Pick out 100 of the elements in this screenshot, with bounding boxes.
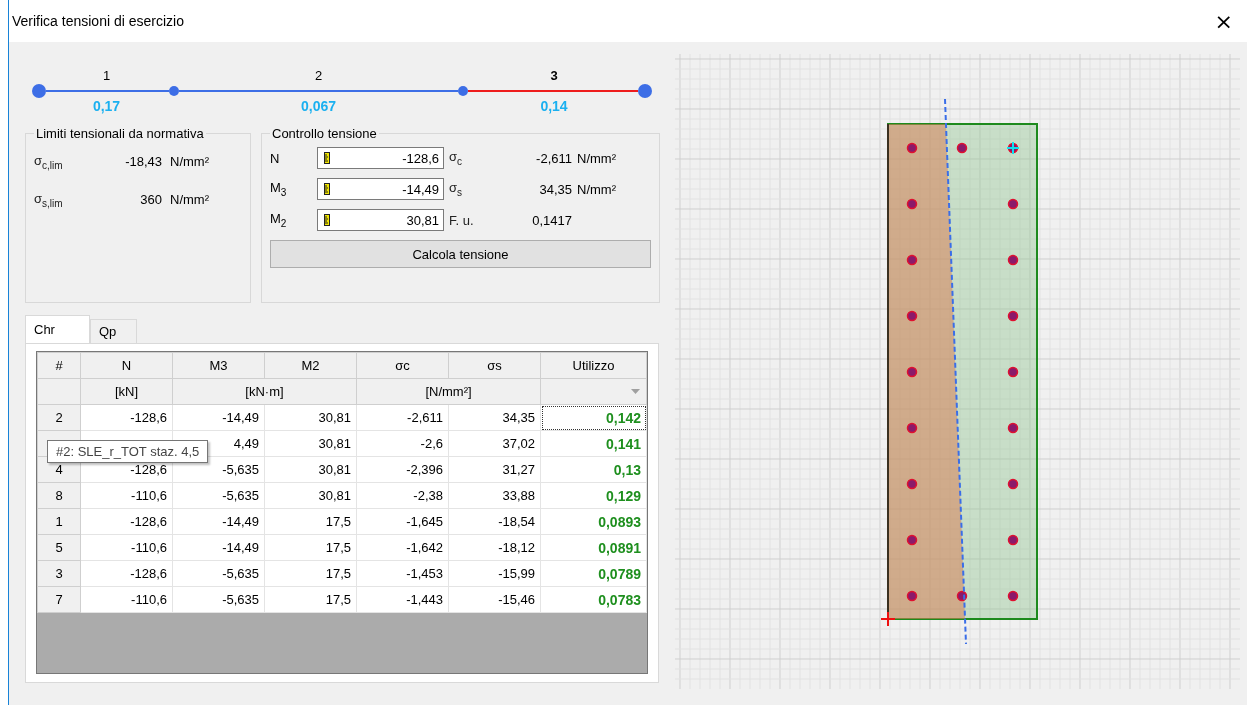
group-title: Limiti tensionali da normativa [35,126,205,141]
table-cell: 33,88 [448,482,541,509]
table-cell: 0,142 [540,404,647,431]
table-cell: 34,35 [448,404,541,431]
table-cell: 17,5 [264,586,357,613]
group-title: Controllo tensione [271,126,378,141]
rebar-dot [1007,422,1019,434]
table-cell: 30,81 [264,404,357,431]
symbol-label: F. u. [449,212,475,228]
table-cell: 0,0783 [540,586,647,613]
rebar-dot [1007,254,1019,266]
table-cell: 37,02 [448,430,541,457]
table-cell: -14,49 [172,534,265,561]
symbol-label: σ$_{s,lim}$ [34,190,64,209]
unit-header: [N/mm²] [356,378,541,405]
value-text: 360 [139,191,162,207]
column-header[interactable]: M2 [264,352,357,379]
input-field[interactable]: -14,49 [317,178,444,200]
unit-header: [kN·m] [172,378,357,405]
table-cell: 0,0893 [540,508,647,535]
column-header[interactable]: σs [448,352,541,379]
rebar-dot [956,590,968,602]
rebar-dot [1007,366,1019,378]
row-header: 5 [37,534,81,561]
rebar-crosshair-icon [1006,141,1020,155]
rebar-dot [1007,478,1019,490]
column-header[interactable]: Utilizzo [540,352,647,379]
close-button[interactable]: × [1200,8,1247,34]
step-label: 2 [314,68,323,84]
row-header: 7 [37,586,81,613]
table-cell: -110,6 [80,534,173,561]
rebar-dot [906,310,918,322]
table-cell: 17,5 [264,508,357,535]
rebar-dot [906,422,918,434]
rebar-dot [906,534,918,546]
unit-header: [kN] [80,378,173,405]
rebar-dot [906,142,918,154]
field-label: N [270,150,281,166]
table-cell: 0,0891 [540,534,647,561]
table-cell: 0,141 [540,430,647,457]
table-cell: -15,46 [448,586,541,613]
ruler-icon [324,214,330,226]
table-cell: 0,13 [540,456,647,483]
rebar-dot [906,478,918,490]
table-cell: 30,81 [264,456,357,483]
rebar-dot [906,366,918,378]
table-cell: -5,635 [172,482,265,509]
row-header: 8 [37,482,81,509]
column-header[interactable]: N [80,352,173,379]
column-header[interactable]: # [37,352,81,379]
rebar-dot [906,590,918,602]
filter-arrow-icon[interactable] [631,389,640,394]
origin-cross-icon [880,611,896,627]
unit-label: N/mm² [170,154,210,170]
row-header: 3 [37,560,81,587]
value-text: 34,35 [538,181,572,197]
table-cell: 0,129 [540,482,647,509]
ruler-icon [324,183,330,195]
input-field[interactable]: -128,6 [317,147,444,169]
table-cell: -5,635 [172,560,265,587]
symbol-label: σ$_{c}$ [449,149,464,167]
ruler-icon [324,152,330,164]
column-header[interactable]: M3 [172,352,265,379]
value-text: 0,1417 [531,212,572,228]
input-field[interactable]: 30,81 [317,209,444,231]
tooltip: #2: SLE_r_TOT staz. 4,5 [47,440,209,463]
rebar-dot [906,198,918,210]
table-cell: 0,0789 [540,560,647,587]
table-cell: -18,12 [448,534,541,561]
table-cell: -128,6 [80,404,173,431]
value-text: -2,611 [535,150,572,166]
calculate-button[interactable]: Calcola tensione [270,240,651,268]
step-marker[interactable] [458,86,468,96]
field-label: M$_{2}$ [270,211,288,229]
table-cell: 31,27 [448,456,541,483]
unit-label: N/mm² [170,191,210,207]
unit-label: N/mm² [577,150,617,166]
table-cell: -110,6 [80,586,173,613]
header-cell [37,378,81,405]
tab[interactable]: Chr [25,315,90,343]
step-marker[interactable] [169,86,179,96]
tab[interactable]: Qp [89,319,138,343]
table-cell: -1,443 [356,586,449,613]
table-cell: -18,54 [448,508,541,535]
rebar-dot [956,142,968,154]
unit-label: N/mm² [577,181,617,197]
table-cell: -128,6 [80,560,173,587]
table-cell: -2,38 [356,482,449,509]
row-header: 2 [37,404,81,431]
step-marker[interactable] [638,84,652,98]
field-label: M$_{3}$ [270,180,288,198]
rebar-dot [906,254,918,266]
table-cell: 30,81 [264,430,357,457]
row-header: 1 [37,508,81,535]
step-marker[interactable] [32,84,46,98]
column-header[interactable]: σc [356,352,449,379]
table-cell: -1,453 [356,560,449,587]
table-cell: -14,49 [172,508,265,535]
step-value: 0,067 [300,98,336,114]
step-value: 0,14 [540,98,568,114]
